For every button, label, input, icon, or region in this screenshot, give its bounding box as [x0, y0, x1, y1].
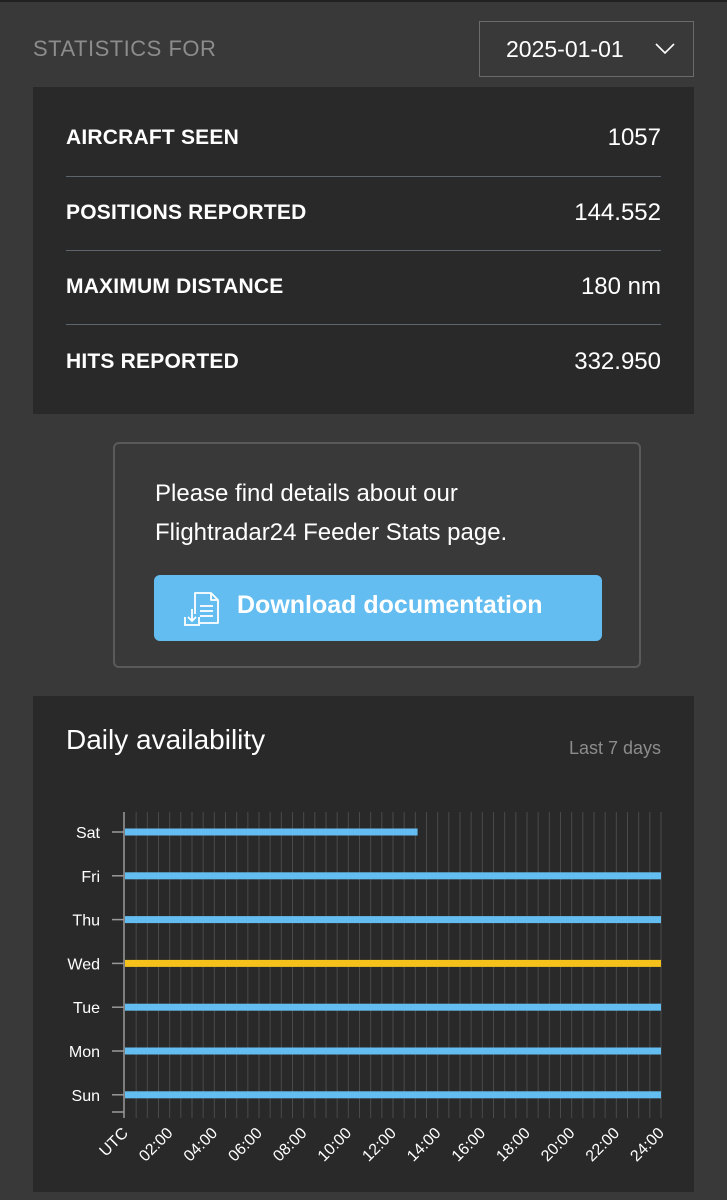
availability-bar [125, 916, 661, 924]
x-tick-label: 08:00 [270, 1125, 310, 1165]
x-tick-label: 24:00 [627, 1125, 667, 1165]
y-tick-label: Tue [73, 1000, 100, 1017]
download-documentation-button[interactable]: Download documentation [154, 575, 602, 641]
y-tick-label: Sun [72, 1088, 100, 1105]
documentation-text-line: Flightradar24 Feeder Stats page. [155, 519, 508, 546]
availability-bar [125, 872, 661, 880]
stat-value: 144.552 [574, 199, 661, 226]
y-tick-label: Sat [76, 825, 101, 842]
x-tick-label: UTC [97, 1125, 132, 1160]
x-tick-label: 10:00 [315, 1125, 355, 1165]
stat-value: 332.950 [574, 348, 661, 375]
availability-bar [125, 1047, 661, 1055]
x-tick-label: 22:00 [583, 1125, 623, 1165]
stat-row-aircraft-seen: AIRCRAFT SEEN 1057 [66, 101, 661, 175]
stat-value: 180 nm [580, 273, 661, 300]
stat-row-positions-reported: POSITIONS REPORTED 144.552 [66, 176, 661, 250]
y-tick-label: Fri [81, 869, 100, 886]
statistics-for-label: STATISTICS FOR [33, 36, 217, 61]
stats-card: AIRCRAFT SEEN 1057 POSITIONS REPORTED 14… [33, 87, 694, 414]
availability-bar [125, 828, 418, 836]
daily-availability-card: Sat Fri Thu Wed Tue Mon Sun UTC 02:00 04:00 06:00 0… [33, 696, 694, 1192]
documentation-text: Please find details about our Flightrada… [155, 474, 615, 552]
stat-value: 1057 [607, 124, 661, 151]
documentation-box: Please find details about our Flightrada… [113, 442, 641, 668]
y-tick-label: Thu [72, 913, 100, 930]
stat-label: AIRCRAFT SEEN [66, 126, 239, 149]
x-tick-label: 18:00 [493, 1125, 533, 1165]
availability-bar [125, 1003, 661, 1011]
x-tick-label: 06:00 [225, 1125, 265, 1165]
stat-label: POSITIONS REPORTED [66, 201, 307, 224]
x-tick-label: 02:00 [136, 1125, 176, 1165]
x-tick-label: 20:00 [538, 1125, 578, 1165]
document-download-icon [182, 590, 222, 633]
y-tick-label: Wed [67, 956, 100, 973]
x-tick-label: 14:00 [404, 1125, 444, 1165]
chevron-down-icon [655, 42, 675, 60]
stat-row-hits-reported: HITS REPORTED 332.950 [66, 325, 661, 399]
documentation-text-line: Please find details about our [155, 480, 458, 507]
availability-title: Daily availability [66, 724, 266, 755]
x-tick-label: 12:00 [359, 1125, 399, 1165]
x-tick-label: 04:00 [181, 1125, 221, 1165]
stat-row-maximum-distance: MAXIMUM DISTANCE 180 nm [66, 250, 661, 324]
x-tick-label: 16:00 [449, 1125, 489, 1165]
date-select-value: 2025-01-01 [506, 35, 624, 62]
availability-bar [125, 1091, 661, 1099]
download-documentation-label: Download documentation [237, 591, 543, 619]
availability-chart: Sat Fri Thu Wed Tue Mon Sun UTC 02:00 04:00 06:00 0… [67, 812, 668, 1165]
availability-range: Last 7 days [568, 738, 661, 758]
availability-bar [125, 959, 661, 967]
stat-label: MAXIMUM DISTANCE [66, 275, 284, 298]
date-select[interactable]: 2025-01-01 [479, 21, 694, 77]
stat-label: HITS REPORTED [66, 350, 239, 373]
y-tick-label: Mon [69, 1044, 100, 1061]
